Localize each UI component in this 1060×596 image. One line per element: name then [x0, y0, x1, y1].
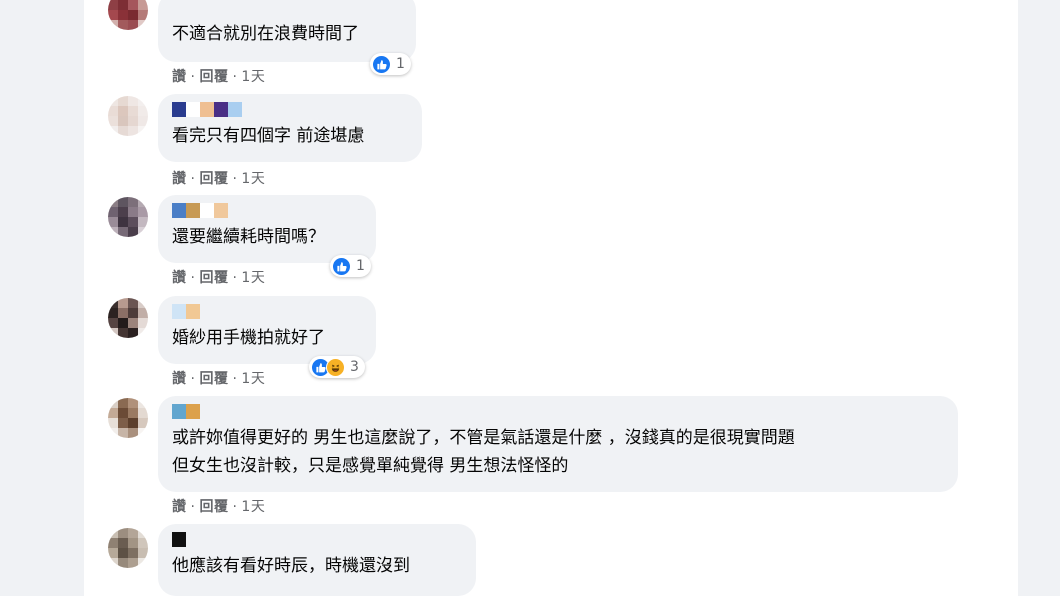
reply-button[interactable]: 回覆	[199, 499, 228, 515]
comments-panel: 不適合就別在浪費時間了 1 讚 · 回覆 · 1天 看完只有四個字 前途堪慮 讚 · 回覆 ·…	[84, 0, 1018, 596]
comment-bubble: 還要繼續耗時間嗎？	[158, 195, 376, 263]
commenter-name-redacted[interactable]	[172, 404, 946, 420]
reply-button[interactable]: 回覆	[199, 270, 228, 286]
like-icon	[332, 256, 351, 276]
avatar[interactable]	[108, 528, 148, 568]
avatar[interactable]	[108, 298, 148, 338]
comment-bubble: 看完只有四個字 前途堪慮	[158, 94, 422, 162]
commenter-name-redacted[interactable]	[172, 203, 364, 219]
reply-button[interactable]: 回覆	[199, 69, 228, 85]
like-button[interactable]: 讚	[172, 499, 187, 515]
comment-time[interactable]: 1天	[241, 499, 265, 515]
comment-time[interactable]: 1天	[241, 270, 265, 286]
avatar[interactable]	[108, 96, 148, 136]
reply-button[interactable]: 回覆	[199, 371, 228, 387]
commenter-name-redacted[interactable]	[172, 532, 464, 548]
comment-time[interactable]: 1天	[241, 69, 265, 85]
reaction-count: 1	[356, 258, 365, 274]
comment-actions: 讚 · 回覆 · 1天	[172, 270, 266, 286]
comment-actions: 讚 · 回覆 · 1天	[172, 171, 266, 187]
avatar[interactable]	[108, 398, 148, 438]
haha-icon	[326, 357, 345, 377]
reply-button[interactable]: 回覆	[199, 171, 228, 187]
commenter-name-redacted[interactable]	[172, 102, 410, 118]
like-button[interactable]: 讚	[172, 371, 187, 387]
comment-time[interactable]: 1天	[241, 171, 265, 187]
commenter-name-redacted[interactable]	[172, 304, 364, 320]
comment-bubble: 他應該有看好時辰，時機還沒到	[158, 524, 476, 596]
comment-text: 或許妳值得更好的 男生也這麼說了，不管是氣話還是什麼 ，沒錢真的是很現實問題	[172, 428, 795, 448]
comment-text-line-2: 但女生也沒計較，只是感覺單純覺得 男生想法怪怪的	[172, 456, 569, 476]
comment-text: 不適合就別在浪費時間了	[172, 24, 359, 44]
comment-text: 婚紗用手機拍就好了	[172, 328, 325, 348]
reaction-count: 3	[350, 359, 359, 375]
like-button[interactable]: 讚	[172, 270, 187, 286]
comment-text: 他應該有看好時辰，時機還沒到	[172, 556, 410, 576]
comment-actions: 讚 · 回覆 · 1天	[172, 371, 266, 387]
comment-text: 看完只有四個字 前途堪慮	[172, 126, 365, 146]
comment-bubble: 或許妳值得更好的 男生也這麼說了，不管是氣話還是什麼 ，沒錢真的是很現實問題 但…	[158, 396, 958, 492]
like-icon	[372, 54, 391, 74]
comment-actions: 讚 · 回覆 · 1天	[172, 499, 266, 515]
comment-time[interactable]: 1天	[241, 371, 265, 387]
like-button[interactable]: 讚	[172, 69, 187, 85]
like-button[interactable]: 讚	[172, 171, 187, 187]
reaction-summary[interactable]: 1	[330, 255, 371, 277]
comment-actions: 讚 · 回覆 · 1天	[172, 69, 266, 85]
comment-text: 還要繼續耗時間嗎？	[172, 227, 325, 247]
comment-bubble: 婚紗用手機拍就好了	[158, 296, 376, 364]
reaction-count: 1	[396, 56, 405, 72]
reaction-summary[interactable]: 3	[309, 356, 365, 378]
avatar[interactable]	[108, 197, 148, 237]
reaction-summary[interactable]: 1	[370, 53, 411, 75]
avatar[interactable]	[108, 0, 148, 30]
